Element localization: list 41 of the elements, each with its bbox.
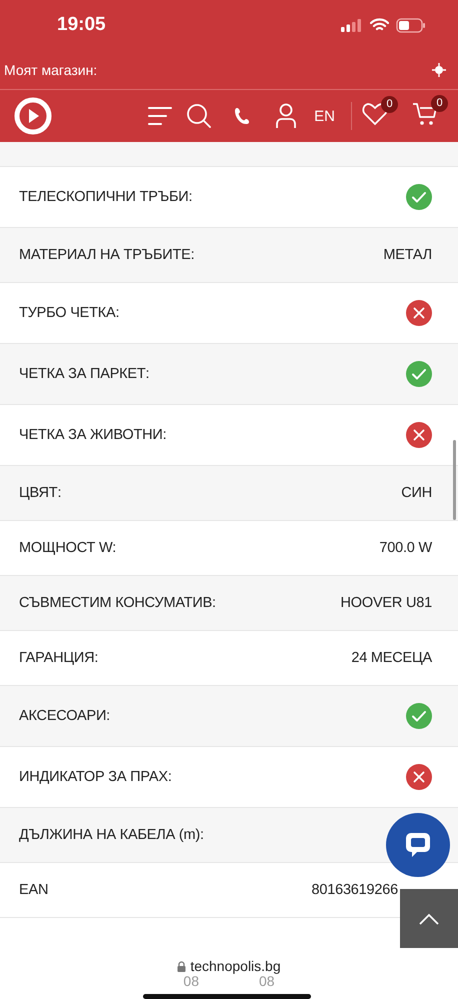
spec-label: СЪВМЕСТИМ КОНСУМАТИВ: bbox=[19, 595, 216, 611]
wifi-icon bbox=[370, 18, 389, 32]
language-link[interactable]: EN bbox=[314, 108, 335, 124]
spec-label: ДЪЛЖИНА НА КАБЕЛА (m): bbox=[19, 827, 204, 843]
spec-value: HOOVER U81 bbox=[340, 595, 432, 611]
faded-text: 08 bbox=[183, 974, 199, 988]
spec-value: СИН bbox=[401, 485, 432, 501]
menu-icon[interactable] bbox=[148, 106, 172, 126]
spec-label: ЦВЯТ: bbox=[19, 485, 62, 501]
lock-icon bbox=[177, 960, 186, 972]
chevron-up-icon bbox=[419, 912, 439, 924]
spec-label: ИНДИКАТОР ЗА ПРАХ: bbox=[19, 769, 172, 785]
spec-label: EAN bbox=[19, 882, 48, 898]
spec-value: 80163619266 bbox=[311, 882, 398, 898]
spec-label: АКСЕСОАРИ: bbox=[19, 708, 110, 724]
cart-icon[interactable] bbox=[412, 100, 438, 126]
spec-label: ГАРАНЦИЯ: bbox=[19, 650, 98, 666]
signal-icon bbox=[341, 18, 363, 32]
spec-label: ЧЕТКА ЗА ЖИВОТНИ: bbox=[19, 427, 166, 443]
spec-label: ЧЕТКА ЗА ПАРКЕТ: bbox=[19, 366, 150, 382]
store-label: Моят магазин: bbox=[4, 62, 98, 78]
spec-label: ТУРБО ЧЕТКА: bbox=[19, 305, 120, 321]
spec-value: 24 МЕСЕЦА bbox=[351, 650, 432, 666]
clock-time: 19:05 bbox=[57, 14, 106, 36]
spec-label: ТЕЛЕСКОПИЧНИ ТРЪБИ: bbox=[19, 189, 192, 205]
cart-count: 0 bbox=[431, 94, 448, 112]
user-icon[interactable] bbox=[276, 103, 296, 129]
url-text[interactable]: technopolis.bg bbox=[190, 958, 281, 974]
chat-icon bbox=[403, 830, 433, 860]
wishlist-count: 0 bbox=[381, 96, 398, 112]
battery-icon bbox=[396, 18, 426, 32]
spec-label: МАТЕРИАЛ НА ТРЪБИТЕ: bbox=[19, 247, 194, 263]
phone-icon[interactable] bbox=[234, 107, 250, 125]
heart-icon[interactable] bbox=[362, 102, 388, 126]
search-icon[interactable] bbox=[186, 103, 212, 129]
spec-value: МЕТАЛ bbox=[383, 247, 432, 263]
spec-label: МОЩНОСТ W: bbox=[19, 540, 116, 556]
faded-text: 08 bbox=[259, 974, 275, 988]
logo-icon[interactable] bbox=[14, 97, 52, 135]
location-icon[interactable] bbox=[432, 62, 446, 76]
spec-value: 700.0 W bbox=[379, 540, 432, 556]
